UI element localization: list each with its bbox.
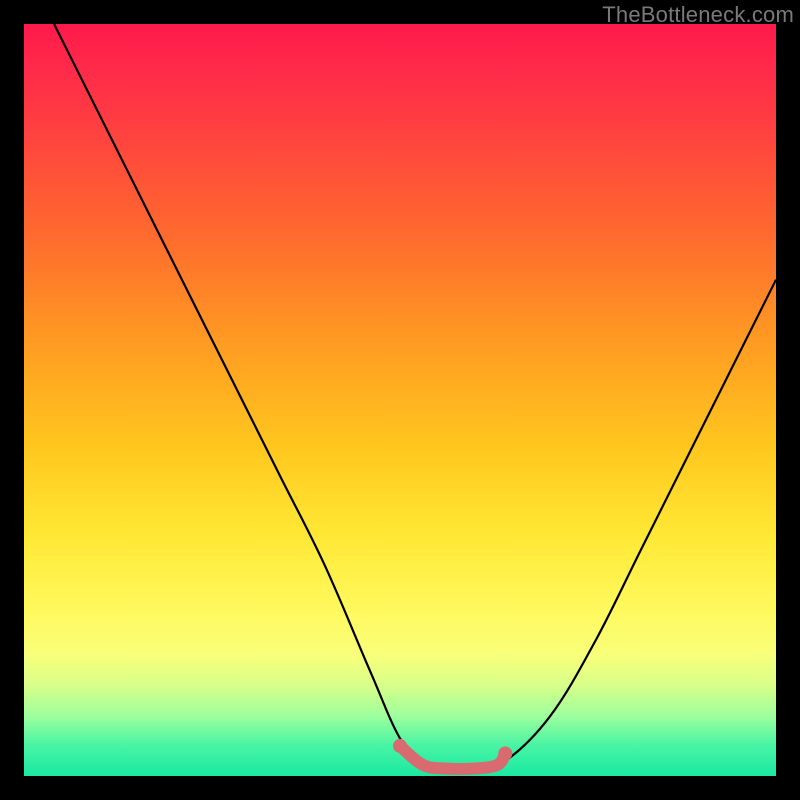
chart-frame: TheBottleneck.com [0, 0, 800, 800]
optimal-range [400, 746, 505, 769]
curve-layer [24, 24, 776, 776]
bottleneck-curve [54, 24, 776, 769]
plot-area [24, 24, 776, 776]
optimal-start-dot [393, 739, 407, 753]
optimal-end-dot [498, 746, 512, 760]
